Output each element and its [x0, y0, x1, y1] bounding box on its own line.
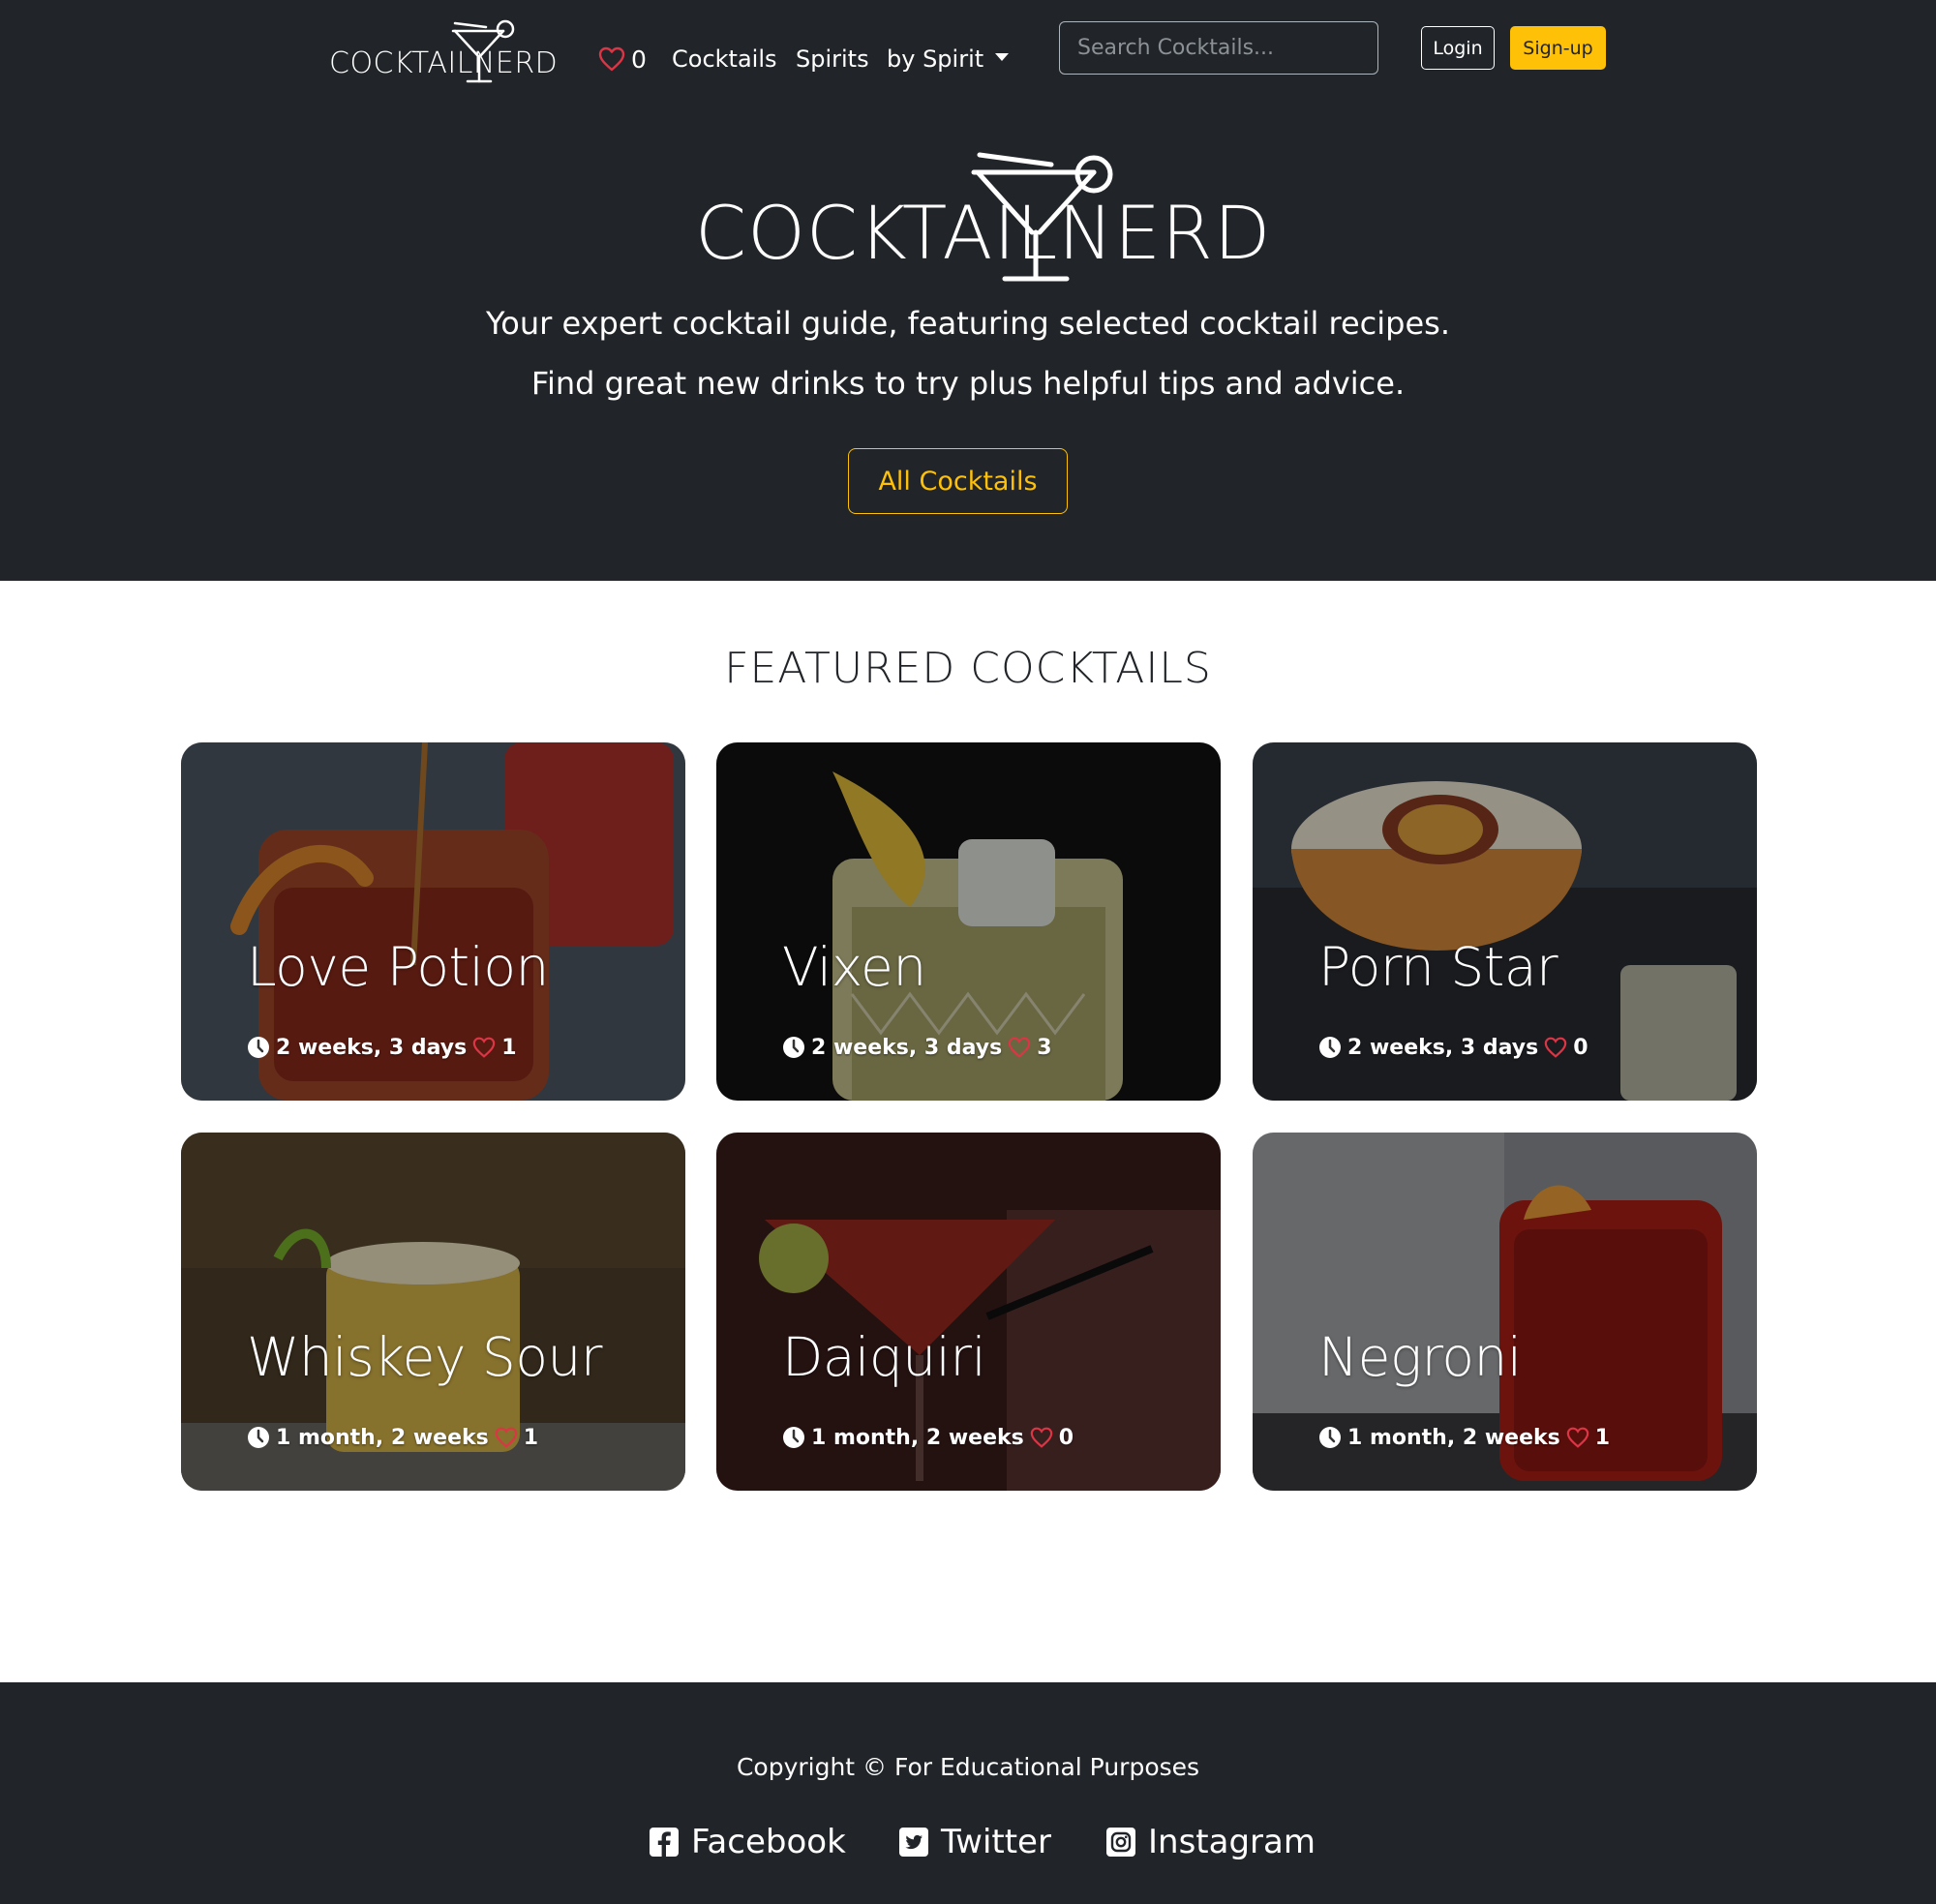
cocktail-likes: 0	[1573, 1035, 1588, 1060]
chevron-down-icon	[995, 53, 1010, 61]
instagram-link[interactable]: Instagram	[1105, 1818, 1316, 1866]
cocktail-name: Whiskey Sour	[247, 1326, 602, 1388]
search-input[interactable]	[1059, 21, 1378, 75]
instagram-icon	[1106, 1828, 1135, 1857]
cocktail-likes: 0	[1058, 1425, 1074, 1450]
cocktail-name: Negroni	[1318, 1326, 1522, 1388]
cocktail-name: Vixen	[782, 936, 926, 998]
cocktail-age: 2 weeks, 3 days	[1347, 1035, 1539, 1060]
cocktail-likes: 1	[501, 1035, 517, 1060]
navbar: COCKTAILNERD 0 Cocktails Spirits by Spir…	[0, 0, 1936, 97]
twitter-link[interactable]: Twitter	[898, 1818, 1051, 1866]
clock-icon	[248, 1427, 269, 1448]
clock-icon	[783, 1427, 804, 1448]
cocktail-meta: 1 month, 2 weeks 1	[247, 1423, 538, 1452]
heart-icon[interactable]	[1544, 1037, 1567, 1058]
login-button[interactable]: Login	[1421, 26, 1495, 70]
facebook-icon	[650, 1828, 679, 1857]
cocktail-name: Daiquiri	[782, 1326, 986, 1388]
heart-icon[interactable]	[495, 1427, 518, 1448]
cocktail-name: Love Potion	[247, 936, 549, 998]
cocktail-likes: 1	[523, 1425, 539, 1450]
heart-icon	[598, 46, 625, 72]
cocktail-card[interactable]: Daiquiri 1 month, 2 weeks 0	[716, 1133, 1221, 1491]
cocktail-card[interactable]: Negroni 1 month, 2 weeks 1	[1253, 1133, 1757, 1491]
clock-icon	[1319, 1427, 1341, 1448]
featured-title: FEATURED COCKTAILS	[724, 644, 1212, 693]
cocktail-card[interactable]: Love Potion 2 weeks, 3 days 1	[181, 742, 685, 1101]
cocktail-card[interactable]: Porn Star 2 weeks, 3 days 0	[1253, 742, 1757, 1101]
hero-tagline-1: Your expert cocktail guide, featuring se…	[486, 305, 1450, 342]
hero-section: COCKTAILNERD Your expert cocktail guide,…	[0, 97, 1936, 581]
nav-dropdown-by-spirit[interactable]: by Spirit	[887, 39, 1010, 79]
hero-logo: COCKTAILNERD	[695, 151, 1270, 287]
copyright-text: Copyright © For Educational Purposes	[736, 1753, 1200, 1781]
twitter-icon	[899, 1828, 928, 1857]
cocktail-age: 2 weeks, 3 days	[276, 1035, 468, 1060]
twitter-label: Twitter	[941, 1823, 1051, 1861]
cocktail-age: 1 month, 2 weeks	[811, 1425, 1024, 1450]
martini-glass-icon	[971, 152, 1113, 282]
clock-icon	[783, 1037, 804, 1058]
signup-button[interactable]: Sign-up	[1510, 26, 1606, 70]
facebook-link[interactable]: Facebook	[649, 1818, 846, 1866]
cocktail-card[interactable]: Vixen 2 weeks, 3 days 3	[716, 742, 1221, 1101]
cocktail-meta: 1 month, 2 weeks 1	[1318, 1423, 1610, 1452]
cocktail-meta: 2 weeks, 3 days 0	[1318, 1033, 1588, 1062]
cocktail-age: 1 month, 2 weeks	[276, 1425, 489, 1450]
heart-icon[interactable]	[472, 1037, 496, 1058]
favorites-link[interactable]: 0	[598, 39, 647, 79]
clock-icon	[1319, 1037, 1341, 1058]
cocktail-age: 1 month, 2 weeks	[1347, 1425, 1560, 1450]
cocktail-name: Porn Star	[1318, 936, 1558, 998]
all-cocktails-button[interactable]: All Cocktails	[848, 448, 1068, 514]
favorites-count: 0	[631, 45, 647, 74]
nav-dropdown-label: by Spirit	[887, 45, 984, 73]
facebook-label: Facebook	[691, 1823, 846, 1861]
cocktail-likes: 1	[1594, 1425, 1611, 1450]
footer: Copyright © For Educational Purposes Fac…	[0, 1682, 1936, 1904]
cocktail-age: 2 weeks, 3 days	[811, 1035, 1003, 1060]
nav-link-spirits[interactable]: Spirits	[796, 39, 869, 79]
cocktail-meta: 2 weeks, 3 days 3	[782, 1033, 1052, 1062]
nav-link-cocktails[interactable]: Cocktails	[672, 39, 777, 79]
cocktail-likes: 3	[1037, 1035, 1052, 1060]
hero-tagline-2: Find great new drinks to try plus helpfu…	[530, 365, 1406, 402]
clock-icon	[248, 1037, 269, 1058]
instagram-label: Instagram	[1148, 1823, 1316, 1861]
cocktail-card[interactable]: Whiskey Sour 1 month, 2 weeks 1	[181, 1133, 685, 1491]
heart-icon[interactable]	[1008, 1037, 1031, 1058]
cocktail-meta: 1 month, 2 weeks 0	[782, 1423, 1074, 1452]
brand-logo[interactable]: COCKTAILNERD	[329, 19, 577, 85]
heart-icon[interactable]	[1566, 1427, 1589, 1448]
heart-icon[interactable]	[1030, 1427, 1053, 1448]
martini-glass-icon	[451, 19, 515, 83]
cocktail-meta: 2 weeks, 3 days 1	[247, 1033, 517, 1062]
